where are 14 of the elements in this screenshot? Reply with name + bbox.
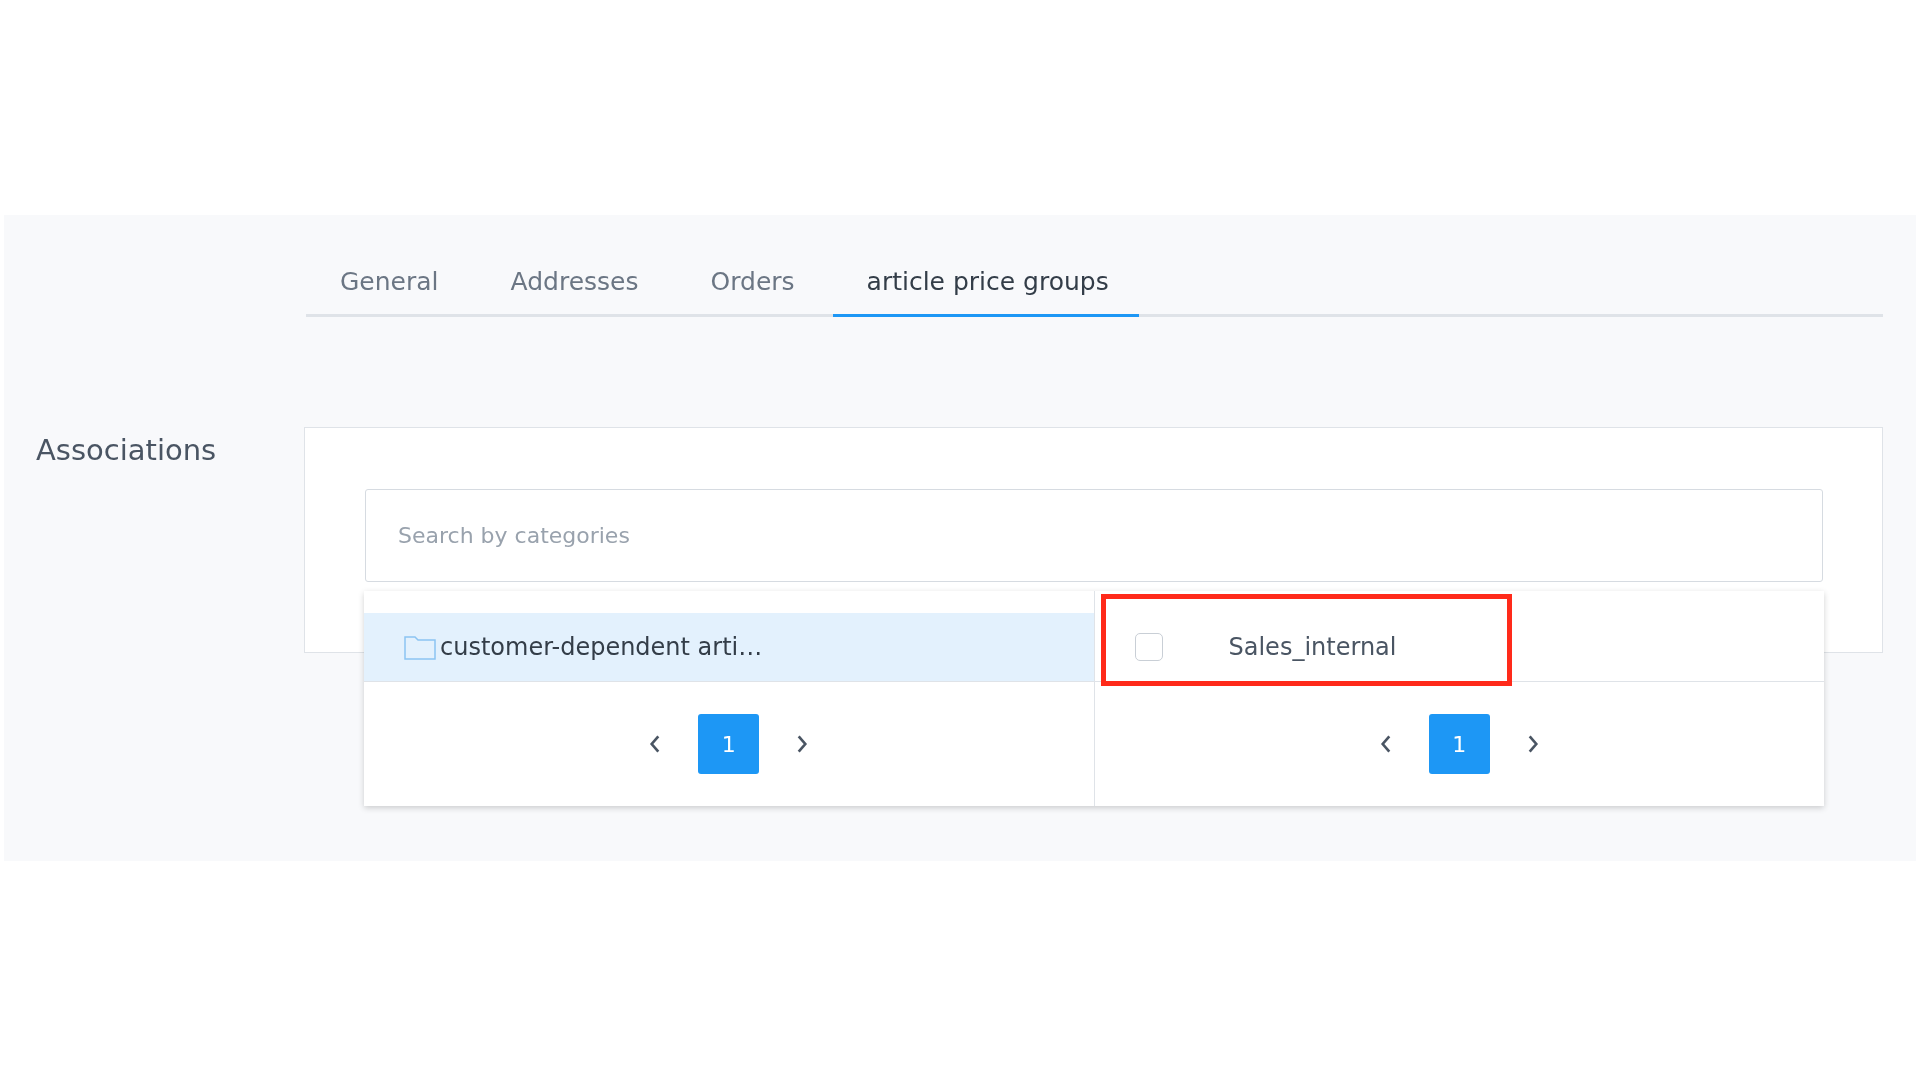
page-button[interactable]: 1 [1428,714,1490,774]
tab[interactable]: article price groups [832,259,1139,317]
previous-icon[interactable] [1378,733,1393,755]
page-button[interactable]: 1 [698,714,760,774]
list-item[interactable]: Sales_internal [1094,613,1824,682]
tab[interactable]: Addresses [476,259,669,317]
tab[interactable]: General [306,259,469,317]
section-label: Associations [35,433,218,469]
search-field[interactable]: Search by categories [365,489,1823,582]
checkbox[interactable] [1134,633,1163,661]
next-icon[interactable] [795,733,810,755]
folder-icon [404,634,436,660]
tab[interactable]: Orders [676,259,825,317]
list-item[interactable]: customer-dependent arti… [364,613,1094,682]
